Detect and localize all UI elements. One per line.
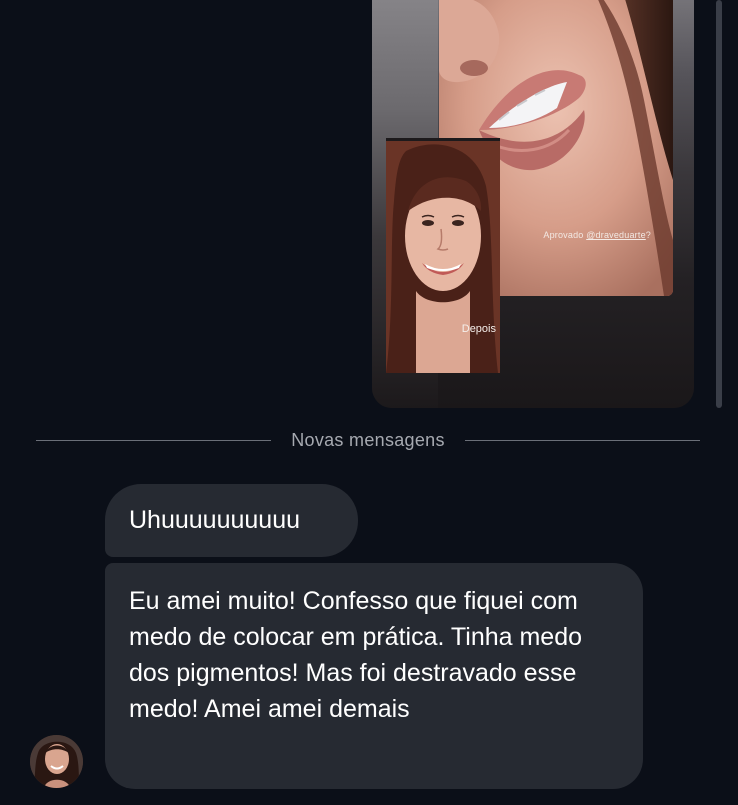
after-photo: Depois [386,138,500,373]
caption-text: Aprovado [543,230,587,240]
chat-thread: Aprovado @draveduarte? Depois Novas mens… [0,0,738,805]
caption-handle-link[interactable]: @draveduarte [586,230,646,240]
new-messages-divider: Novas mensagens [36,427,700,453]
inset-label: Depois [461,323,496,335]
new-messages-label: Novas mensagens [291,429,445,450]
photo-caption: Aprovado @draveduarte? [543,230,651,240]
message-bubble[interactable]: Eu amei muito! Confesso que fiquei com m… [105,563,643,789]
message-bubble[interactable]: Uhuuuuuuuuuu [105,484,358,557]
sender-avatar[interactable] [30,735,83,788]
divider-line-left [36,439,272,441]
divider-line-right [464,439,700,441]
scrollbar[interactable] [716,0,722,408]
shared-media-post[interactable]: Aprovado @draveduarte? Depois [372,0,694,408]
caption-suffix: ? [645,230,651,240]
